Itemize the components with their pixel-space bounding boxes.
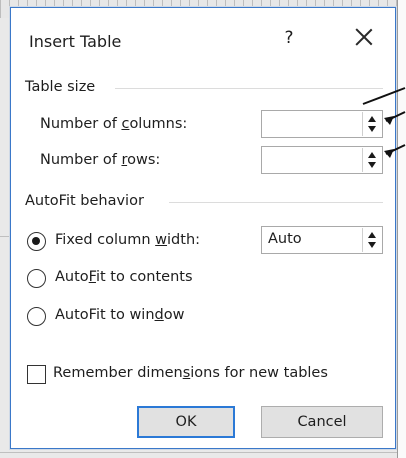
annotation-arrows	[362, 87, 406, 158]
annotation-arrowhead-icon	[384, 149, 394, 158]
annotation-arrowhead-icon	[384, 116, 394, 125]
annotation-arrow-line	[362, 87, 406, 105]
